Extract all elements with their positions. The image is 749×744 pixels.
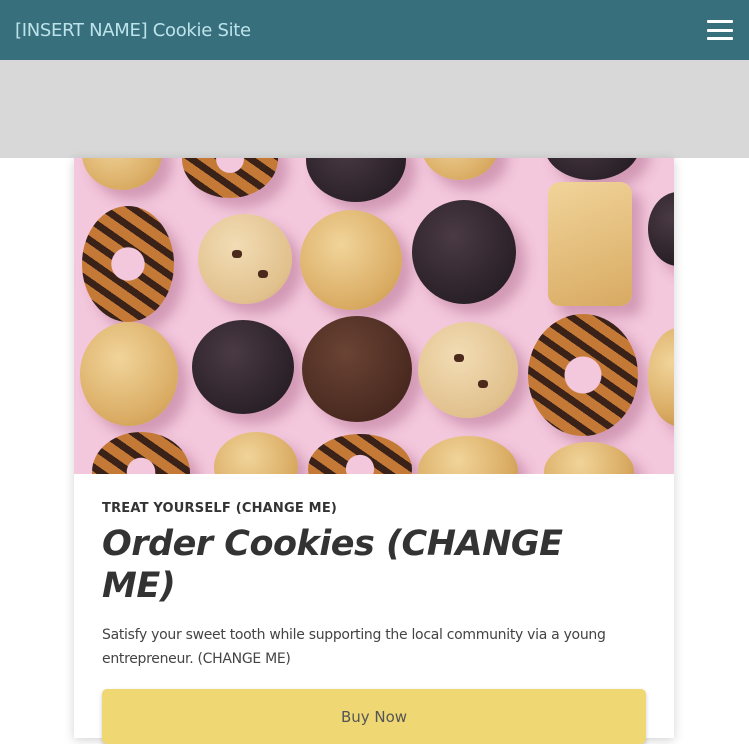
cookies-photo: [74, 158, 674, 474]
menu-bar-line: [707, 20, 733, 23]
cookie: [306, 158, 406, 202]
cookie: [300, 210, 402, 310]
top-navbar: [INSERT NAME] Cookie Site: [0, 0, 749, 60]
chocolate-chip: [454, 354, 464, 362]
cookie: [308, 434, 412, 474]
cookie: [182, 158, 278, 198]
order-card: TREAT YOURSELF (CHANGE ME) Order Cookies…: [74, 158, 674, 744]
cookie: [302, 316, 412, 422]
cookie: [192, 320, 294, 414]
cookie: [198, 214, 292, 304]
cookie: [422, 158, 498, 180]
cookie: [82, 206, 174, 322]
cookie: [92, 432, 190, 474]
cookie: [418, 322, 518, 418]
menu-bar-line: [707, 37, 733, 40]
banner-placeholder: [0, 60, 749, 158]
card-description: Satisfy your sweet tooth while supportin…: [102, 627, 606, 667]
chocolate-chip: [478, 380, 488, 388]
site-title[interactable]: [INSERT NAME] Cookie Site: [15, 20, 251, 41]
cookie: [544, 158, 640, 180]
menu-bar-line: [707, 28, 733, 32]
card-heading: Order Cookies (CHANGE ME): [102, 524, 563, 606]
cookie: [528, 314, 638, 436]
cookie: [82, 158, 162, 190]
chocolate-chip: [258, 270, 268, 278]
card-content: TREAT YOURSELF (CHANGE ME) Order Cookies…: [74, 474, 674, 744]
cookie: [80, 322, 178, 426]
hamburger-menu-icon[interactable]: [707, 20, 733, 40]
cookie: [418, 436, 518, 474]
cookie: [544, 442, 634, 474]
card-eyebrow: TREAT YOURSELF (CHANGE ME): [102, 501, 338, 516]
cookie: [412, 200, 516, 304]
cookie: [648, 192, 674, 266]
buy-now-button[interactable]: Buy Now: [102, 689, 646, 744]
chocolate-chip: [232, 250, 242, 258]
cookie: [214, 432, 298, 474]
cookie: [548, 182, 632, 306]
cookie: [648, 328, 674, 426]
